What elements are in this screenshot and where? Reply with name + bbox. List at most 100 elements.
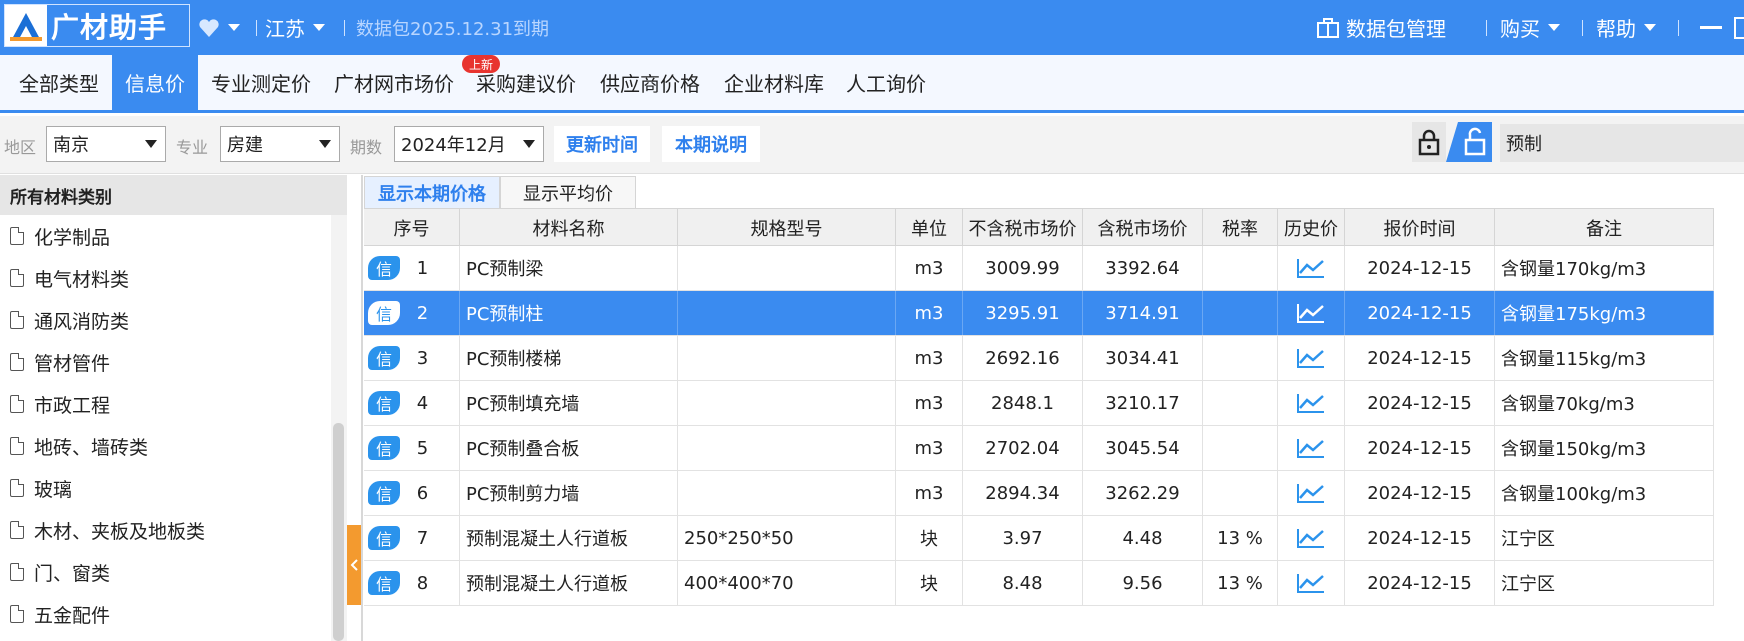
logo-icon <box>5 5 47 46</box>
info-tag: 信 <box>368 346 400 370</box>
column-header[interactable]: 备注 <box>1495 209 1714 246</box>
tab-all-types[interactable]: 全部类型 <box>6 55 112 110</box>
tab-enterprise-library[interactable]: 企业材料库 <box>712 55 836 110</box>
info-tag: 信 <box>368 436 400 460</box>
table-row[interactable]: 信 7 预制混凝土人行道板 250*250*50 块 3.97 4.48 13 % 2024-1… <box>364 516 1714 561</box>
column-header[interactable]: 材料名称 <box>460 209 678 246</box>
logo-text: 广材助手 <box>51 10 168 44</box>
buy-dropdown[interactable]: 购买 <box>1500 0 1560 55</box>
major-select[interactable]: 房建 <box>220 126 340 162</box>
history-price-button[interactable] <box>1278 471 1345 515</box>
price-in-tax-cell: 3714.91 <box>1083 291 1203 335</box>
tab-info-price[interactable]: 信息价 <box>112 55 198 110</box>
history-price-button[interactable] <box>1278 381 1345 425</box>
trend-chart-icon <box>1297 484 1324 503</box>
note-cell: 含钢量175kg/m3 <box>1495 291 1714 335</box>
period-description-button[interactable]: 本期说明 <box>662 126 760 162</box>
document-icon <box>10 479 24 497</box>
region-select[interactable]: 南京 <box>46 126 166 162</box>
column-header[interactable]: 税率 <box>1203 209 1278 246</box>
note-cell: 含钢量115kg/m3 <box>1495 336 1714 380</box>
price-ex-tax-cell: 2692.16 <box>963 336 1083 380</box>
history-price-button[interactable] <box>1278 561 1345 605</box>
package-manage-button[interactable]: 数据包管理 <box>1316 0 1446 55</box>
tab-market-price[interactable]: 广材网市场价 <box>324 55 464 110</box>
panel-divider <box>361 175 363 641</box>
tab-supplier-price[interactable]: 供应商价格 <box>588 55 712 110</box>
list-item[interactable]: 市政工程 <box>10 383 110 425</box>
maximize-icon <box>1734 16 1744 39</box>
tab-manual-inquiry[interactable]: 人工询价 <box>836 55 936 110</box>
table-row[interactable]: 信 8 预制混凝土人行道板 400*400*70 块 8.48 9.56 13 % 2024-1… <box>364 561 1714 606</box>
row-number: 2 <box>416 302 429 324</box>
tab-label: 企业材料库 <box>724 72 824 96</box>
list-item[interactable]: 玻璃 <box>10 467 72 509</box>
minimize-button[interactable] <box>1700 0 1722 55</box>
list-item[interactable]: 门、窗类 <box>10 551 110 593</box>
no-cell: 信5 <box>364 426 460 470</box>
history-price-button[interactable] <box>1278 426 1345 470</box>
new-badge: 上新 <box>462 55 500 73</box>
price-in-tax-cell: 3262.29 <box>1083 471 1203 515</box>
list-item[interactable]: 电气材料类 <box>10 257 129 299</box>
maximize-button[interactable] <box>1734 0 1744 55</box>
list-item[interactable]: 化学制品 <box>10 215 110 257</box>
tab-professional-price[interactable]: 专业测定价 <box>198 55 324 110</box>
list-item[interactable]: 通风消防类 <box>10 299 129 341</box>
note-cell: 含钢量170kg/m3 <box>1495 246 1714 290</box>
list-item[interactable]: 五金配件 <box>10 593 110 635</box>
tab-label: 广材网市场价 <box>334 72 454 96</box>
spec-cell <box>678 291 896 335</box>
region-dropdown[interactable]: 江苏 <box>265 0 325 55</box>
quote-date-cell: 2024-12-15 <box>1345 336 1495 380</box>
table-row[interactable]: 信 1 PC预制梁 m3 3009.99 3392.64 2024-12-15 含钢量170k… <box>364 246 1714 291</box>
tax-rate-cell: 13 % <box>1203 561 1278 605</box>
separator <box>1486 20 1487 36</box>
column-header[interactable]: 不含税市场价 <box>963 209 1083 246</box>
row-number: 1 <box>416 257 429 279</box>
column-header[interactable]: 报价时间 <box>1345 209 1495 246</box>
unlock-button[interactable] <box>1446 122 1492 162</box>
column-header[interactable]: 规格型号 <box>678 209 896 246</box>
column-header[interactable]: 序号 <box>364 209 460 246</box>
chevron-down-icon <box>319 140 331 148</box>
quote-date-cell: 2024-12-15 <box>1345 471 1495 515</box>
table-row[interactable]: 信 4 PC预制填充墙 m3 2848.1 3210.17 2024-12-15 含钢量70k… <box>364 381 1714 426</box>
table-row[interactable]: 信 3 PC预制楼梯 m3 2692.16 3034.41 2024-12-15 含钢量115… <box>364 336 1714 381</box>
tab-current-price[interactable]: 显示本期价格 <box>364 176 500 208</box>
separator <box>344 20 345 36</box>
info-tag: 信 <box>368 526 400 550</box>
all-categories-header[interactable]: 所有材料类别 <box>0 175 347 215</box>
tax-rate-cell <box>1203 246 1278 290</box>
table-row[interactable]: 信 6 PC预制剪力墙 m3 2894.34 3262.29 2024-12-15 含钢量10… <box>364 471 1714 516</box>
separator <box>1678 20 1679 36</box>
history-price-button[interactable] <box>1278 246 1345 290</box>
update-time-button[interactable]: 更新时间 <box>554 126 650 162</box>
minimize-icon <box>1700 25 1722 29</box>
period-select[interactable]: 2024年12月 <box>394 126 544 162</box>
lock-button[interactable] <box>1412 122 1446 162</box>
price-ex-tax-cell: 8.48 <box>963 561 1083 605</box>
search-input[interactable]: 预制 <box>1500 124 1744 162</box>
favorite-dropdown[interactable] <box>198 0 240 55</box>
help-dropdown[interactable]: 帮助 <box>1596 0 1656 55</box>
column-header[interactable]: 单位 <box>896 209 963 246</box>
column-header[interactable]: 历史价 <box>1278 209 1345 246</box>
row-number: 5 <box>416 437 429 459</box>
history-price-button[interactable] <box>1278 336 1345 380</box>
column-header[interactable]: 含税市场价 <box>1083 209 1203 246</box>
sidebar-collapse-handle[interactable] <box>347 525 361 605</box>
document-icon <box>10 521 24 539</box>
table-row[interactable]: 信 2 PC预制柱 m3 3295.91 3714.91 2024-12-15 含钢量175k… <box>364 291 1714 336</box>
list-item[interactable]: 管材管件 <box>10 341 110 383</box>
sidebar-scrollbar-thumb[interactable] <box>333 423 344 641</box>
table-row[interactable]: 信 5 PC预制叠合板 m3 2702.04 3045.54 2024-12-15 含钢量15… <box>364 426 1714 471</box>
spec-cell: 400*400*70 <box>678 561 896 605</box>
search-input-value: 预制 <box>1506 134 1542 155</box>
tab-average-price[interactable]: 显示平均价 <box>500 176 636 208</box>
history-price-button[interactable] <box>1278 291 1345 335</box>
history-price-button[interactable] <box>1278 516 1345 560</box>
list-item[interactable]: 地砖、墙砖类 <box>10 425 148 467</box>
list-item[interactable]: 木材、夹板及地板类 <box>10 509 205 551</box>
chevron-left-icon <box>350 559 358 571</box>
